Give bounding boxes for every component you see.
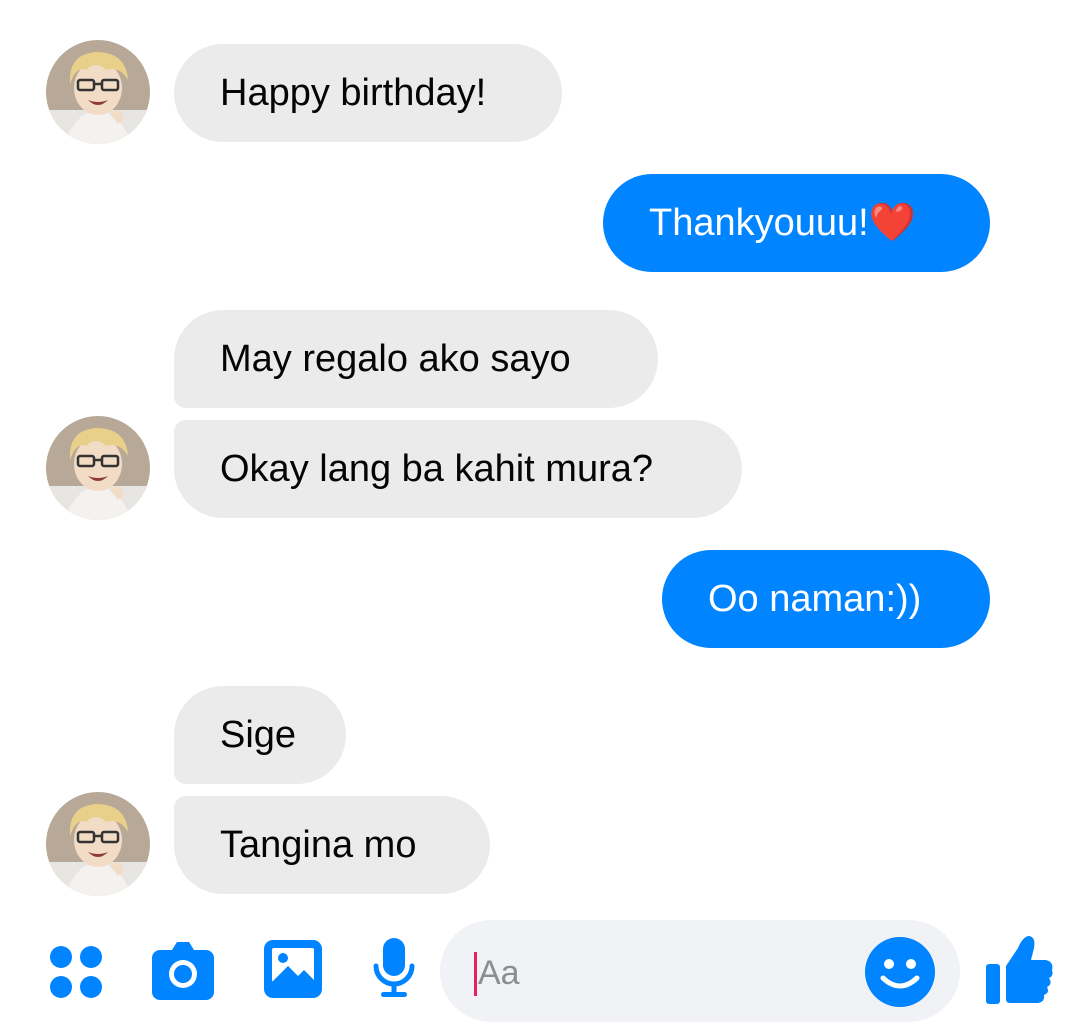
composer-bar: Aa	[0, 906, 1080, 1036]
message-incoming[interactable]: Tangina mo	[174, 796, 490, 894]
message-text: Oo naman:))	[708, 577, 922, 620]
message-outgoing[interactable]: Thankyouuu!❤️	[603, 174, 990, 272]
message-text: Tangina mo	[220, 823, 417, 866]
image-icon[interactable]	[262, 938, 324, 1000]
input-placeholder: Aa	[478, 954, 520, 992]
microphone-icon[interactable]	[372, 936, 416, 1002]
message-text: Happy birthday!	[220, 71, 487, 114]
message-incoming[interactable]: Sige	[174, 686, 346, 784]
avatar[interactable]	[46, 40, 150, 144]
camera-icon[interactable]	[150, 938, 216, 1000]
message-text: Sige	[220, 713, 297, 756]
message-text: Thankyouuu!❤️	[649, 202, 917, 244]
emoji-icon[interactable]	[864, 936, 936, 1008]
avatar[interactable]	[46, 792, 150, 896]
message-incoming[interactable]: May regalo ako sayo	[174, 310, 658, 408]
message-text: Okay lang ba kahit mura?	[220, 447, 654, 490]
message-incoming[interactable]: Okay lang ba kahit mura?	[174, 420, 742, 518]
text-caret	[474, 952, 477, 996]
message-incoming[interactable]: Happy birthday!	[174, 44, 562, 142]
message-outgoing[interactable]: Oo naman:))	[662, 550, 990, 648]
menu-dots-icon[interactable]	[46, 942, 106, 1002]
message-text: May regalo ako sayo	[220, 337, 571, 380]
thumbs-up-icon[interactable]	[984, 932, 1054, 1006]
message-input[interactable]: Aa	[440, 920, 960, 1022]
avatar[interactable]	[46, 416, 150, 520]
